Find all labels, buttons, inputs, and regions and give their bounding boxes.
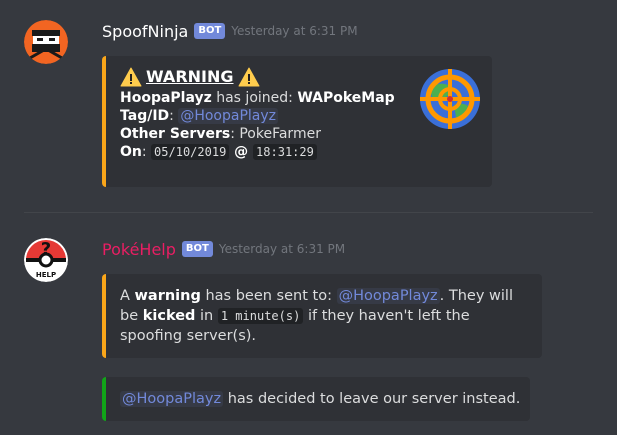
at-symbol: @ — [229, 144, 254, 160]
warning-word: warning — [134, 288, 201, 304]
joined-user: HoopaPlayz — [120, 90, 212, 106]
user-mention[interactable]: @HoopaPlayz — [336, 288, 440, 304]
duration-code: 1 minute(s) — [217, 308, 304, 324]
embed-title-text: WARNING — [146, 67, 234, 86]
join-text: has joined: — [211, 90, 298, 106]
on-colon: : — [141, 144, 152, 160]
kick-notice-embed: A warning has been sent to: @HoopaPlayz.… — [102, 274, 542, 358]
time-code: 18:31:29 — [253, 144, 317, 160]
username[interactable]: SpoofNinja — [102, 22, 188, 41]
text-segment: A — [120, 288, 135, 304]
avatar[interactable] — [24, 20, 68, 64]
warning-embed: WARNING HoopaPlayz has joined: WAPokeMap… — [102, 56, 492, 187]
date-code: 05/10/2019 — [151, 144, 230, 160]
other-servers-value: : PokeFarmer — [230, 126, 321, 142]
user-mention[interactable]: @HoopaPlayz — [120, 391, 224, 407]
user-mention[interactable]: @HoopaPlayz — [178, 108, 279, 124]
tag-colon: : — [169, 108, 179, 124]
other-servers-label: Other Servers — [120, 126, 231, 142]
left-server-embed: @HoopaPlayz has decided to leave our ser… — [102, 377, 530, 421]
timestamp: Yesterday at 6:31 PM — [218, 242, 346, 256]
embed-title: WARNING — [120, 67, 400, 87]
text-segment: has been sent to: — [200, 288, 337, 304]
tag-line: Tag/ID: @HoopaPlayz — [120, 107, 400, 125]
text-segment: has decided to leave our server instead. — [223, 391, 521, 407]
svg-text:HELP: HELP — [36, 271, 56, 279]
ninja-avatar-icon — [24, 20, 68, 64]
other-servers-line: Other Servers: PokeFarmer — [120, 125, 400, 143]
username[interactable]: PokéHelp — [102, 240, 176, 259]
timestamp: Yesterday at 6:31 PM — [231, 24, 358, 38]
bot-badge: BOT — [194, 23, 226, 39]
on-label: On — [120, 144, 142, 160]
tag-label: Tag/ID — [120, 108, 170, 124]
pokeball-help-avatar-icon: ? HELP — [24, 238, 68, 282]
text-segment: in — [195, 308, 218, 324]
svg-text:?: ? — [41, 239, 51, 260]
warning-icon — [238, 67, 259, 87]
on-line: On: 05/10/2019 @ 18:31:29 — [120, 143, 400, 161]
kicked-word: kicked — [142, 308, 196, 324]
joined-server: WAPokeMap — [297, 90, 395, 106]
avatar[interactable]: ? HELP — [24, 238, 68, 282]
crosshair-globe-icon — [420, 69, 480, 129]
bot-badge: BOT — [181, 241, 213, 257]
warning-icon — [120, 67, 142, 87]
join-line: HoopaPlayz has joined: WAPokeMap — [120, 89, 400, 107]
message-divider — [24, 212, 593, 213]
embed-thumbnail[interactable] — [418, 67, 482, 131]
